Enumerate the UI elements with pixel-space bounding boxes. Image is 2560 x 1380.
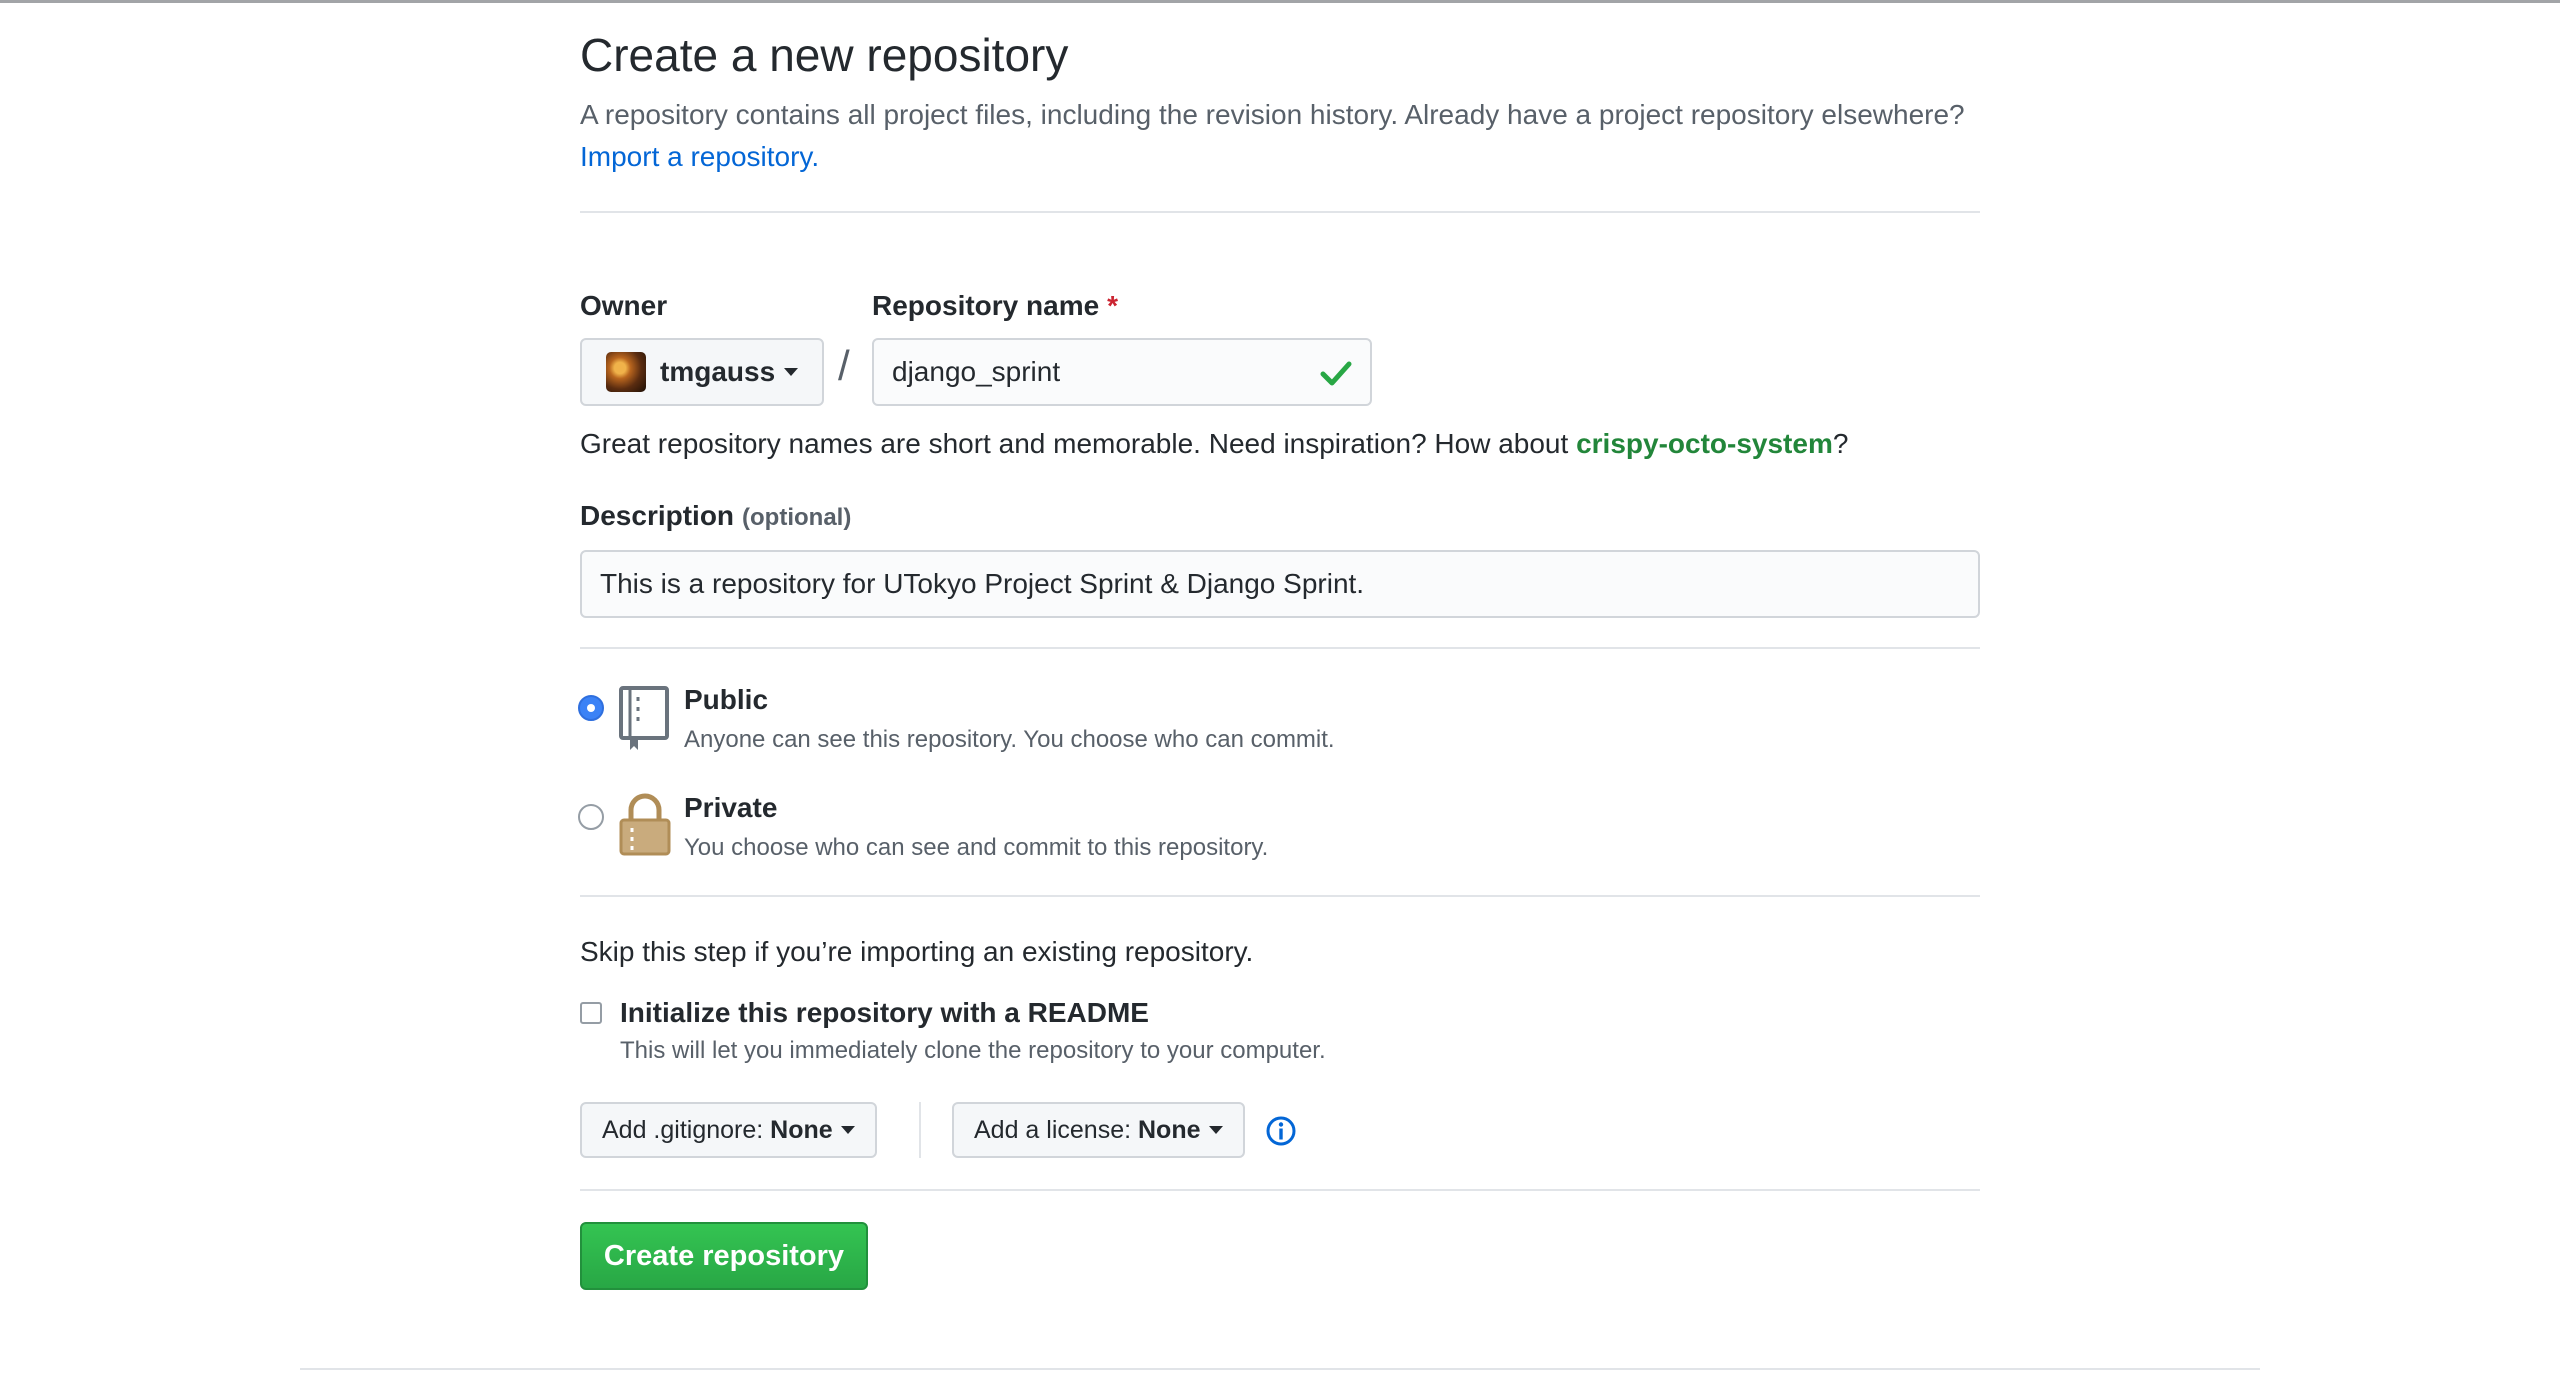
lock-icon — [619, 793, 671, 856]
footer-divider — [300, 1368, 2260, 1370]
repository-name-label: Repository name * — [872, 290, 1118, 322]
description-value: This is a repository for UTokyo Project … — [600, 568, 1365, 599]
owner-repo-separator: / — [838, 342, 850, 389]
optional-tag: (optional) — [742, 504, 852, 531]
divider — [580, 895, 1980, 897]
required-mark: * — [1107, 290, 1119, 321]
divider — [580, 647, 1980, 649]
readme-checkbox[interactable] — [580, 1002, 602, 1024]
select-separator — [919, 1102, 921, 1158]
hint-text: Great repository names are short and mem… — [580, 428, 1569, 459]
readme-desc: This will let you immediately clone the … — [620, 1037, 1326, 1064]
owner-name: tmgauss — [660, 356, 776, 387]
description-input[interactable]: This is a repository for UTokyo Project … — [580, 550, 1980, 618]
license-label: Add a license: — [974, 1115, 1132, 1144]
divider — [580, 211, 1980, 213]
page-subtitle: A repository contains all project files,… — [580, 94, 2000, 178]
import-repository-link[interactable]: Import a repository. — [580, 141, 819, 172]
avatar — [606, 352, 646, 392]
private-radio[interactable] — [578, 804, 604, 830]
divider — [580, 1189, 1980, 1191]
chevron-down-icon — [1208, 1126, 1223, 1134]
license-value: None — [1138, 1115, 1201, 1144]
name-suggestion-link[interactable]: crispy-octo-system — [1576, 428, 1833, 459]
page-title: Create a new repository — [580, 29, 1069, 81]
private-desc: You choose who can see and commit to thi… — [684, 834, 1269, 861]
check-icon — [1320, 361, 1352, 386]
info-icon[interactable] — [1265, 1115, 1297, 1147]
repo-icon — [619, 686, 669, 750]
chevron-down-icon — [784, 368, 799, 376]
repository-name-label-text: Repository name — [872, 290, 1100, 321]
private-title: Private — [684, 792, 778, 823]
public-desc: Anyone can see this repository. You choo… — [684, 726, 1335, 753]
description-label-text: Description — [580, 500, 735, 531]
hint-end: ? — [1832, 428, 1849, 459]
gitignore-label: Add .gitignore: — [602, 1115, 764, 1144]
public-title: Public — [684, 684, 769, 715]
window-top-border — [0, 0, 2560, 3]
readme-label: Initialize this repository with a README — [620, 997, 1149, 1028]
gitignore-value: None — [770, 1115, 833, 1144]
repository-name-value: django_sprint — [892, 356, 1061, 387]
skip-step-text: Skip this step if you’re importing an ex… — [580, 936, 1254, 967]
license-select[interactable]: Add a license: None — [952, 1102, 1245, 1158]
description-label: Description (optional) — [580, 500, 851, 532]
public-radio[interactable] — [578, 695, 604, 721]
repository-name-input[interactable]: django_sprint — [872, 338, 1372, 406]
subtitle-text: A repository contains all project files,… — [580, 99, 1965, 130]
chevron-down-icon — [840, 1126, 855, 1134]
name-hint: Great repository names are short and mem… — [580, 428, 1848, 460]
owner-label: Owner — [580, 290, 668, 321]
owner-select[interactable]: tmgauss — [580, 338, 824, 406]
create-repository-button[interactable]: Create repository — [580, 1222, 868, 1290]
gitignore-select[interactable]: Add .gitignore: None — [580, 1102, 877, 1158]
